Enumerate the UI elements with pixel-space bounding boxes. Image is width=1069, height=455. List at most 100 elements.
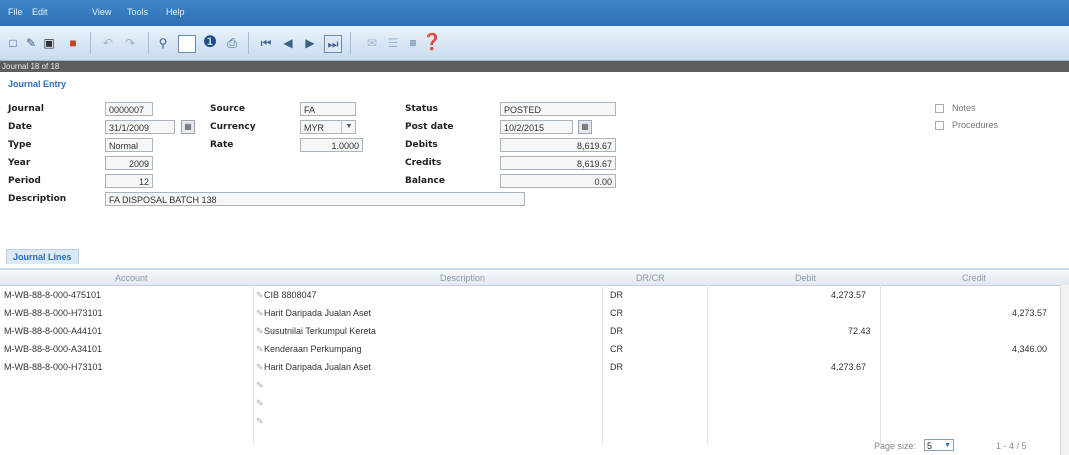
column-header-credit[interactable]: Credit xyxy=(962,273,986,283)
grid-header: Account Description DR/CR Debit Credit xyxy=(0,271,1069,286)
cell-drcr: DR xyxy=(610,326,623,336)
row-edit-icon[interactable]: ✎ xyxy=(256,380,264,391)
cell-description: Harit Daripada Jualan Aset xyxy=(264,308,372,318)
cell-account: M-WB-88-8-000-A44101 xyxy=(4,326,103,336)
notes-checkbox[interactable] xyxy=(935,104,944,113)
undo-icon[interactable]: ↶ xyxy=(100,35,116,51)
journal-field[interactable]: 0000007 xyxy=(105,102,153,116)
menu-tools[interactable]: Tools xyxy=(127,7,148,17)
edit-icon[interactable]: ✎ xyxy=(23,35,39,51)
table-row[interactable]: M-WB-88-8-000-H73101 ✎ Harit Daripada Ju… xyxy=(0,360,1060,375)
cell-drcr: DR xyxy=(610,290,623,300)
column-header-debit[interactable]: Debit xyxy=(795,273,816,283)
info-icon[interactable]: ❶ xyxy=(202,35,218,51)
cell-account: M-WB-88-8-000-H73101 xyxy=(4,308,103,318)
status-label: Status xyxy=(405,104,438,114)
page-size-select[interactable]: 5 ▼ xyxy=(924,439,954,451)
cell-description: Susutnilai Terkumpul Kereta xyxy=(264,326,376,336)
cell-description: Kenderaan Perkumpang xyxy=(264,344,362,354)
table-row[interactable]: M-WB-88-8-000-A44101 ✎ Susutnilai Terkum… xyxy=(0,324,1060,339)
delete-icon[interactable]: ■ xyxy=(65,35,81,51)
view-icon[interactable] xyxy=(178,35,196,53)
notes-label: Notes xyxy=(952,103,976,113)
cell-credit: 4,346.00 xyxy=(1012,344,1048,354)
row-edit-icon[interactable]: ✎ xyxy=(256,416,264,427)
table-row-empty[interactable]: ✎ xyxy=(0,396,1060,411)
cell-account: M-WB-88-8-000-H73101 xyxy=(4,362,103,372)
menu-edit[interactable]: Edit xyxy=(32,7,48,17)
redo-icon[interactable]: ↷ xyxy=(122,35,138,51)
print-icon[interactable]: ⎙ xyxy=(224,35,240,51)
period-label: Period xyxy=(8,176,41,186)
last-record-icon[interactable]: ⏭ xyxy=(324,35,342,53)
table-row[interactable]: M-WB-88-8-000-A34101 ✎ Kenderaan Perkump… xyxy=(0,342,1060,357)
page-size-label: Page size: xyxy=(874,441,917,451)
menu-help[interactable]: Help xyxy=(166,7,185,17)
debits-label: Debits xyxy=(405,140,438,150)
period-field[interactable]: 12 xyxy=(105,174,153,188)
row-edit-icon[interactable]: ✎ xyxy=(256,308,264,319)
grid-scrollbar[interactable] xyxy=(1060,285,1069,455)
row-edit-icon[interactable]: ✎ xyxy=(256,362,264,373)
balance-label: Balance xyxy=(405,176,445,186)
save-icon[interactable]: ▣ xyxy=(41,35,57,51)
year-label: Year xyxy=(8,158,31,168)
first-record-icon[interactable]: ⏮ xyxy=(258,35,274,51)
previous-record-icon[interactable]: ◀ xyxy=(280,35,296,51)
row-edit-icon[interactable]: ✎ xyxy=(256,344,264,355)
credits-field: 8,619.67 xyxy=(500,156,616,170)
column-header-account[interactable]: Account xyxy=(115,273,148,283)
cell-description: CIB 8808047 xyxy=(264,290,317,300)
cell-description: Harit Daripada Jualan Aset xyxy=(264,362,372,372)
source-field[interactable]: FA xyxy=(300,102,356,116)
record-status-bar: Journal 18 of 18 xyxy=(0,61,1069,72)
table-row-empty[interactable]: ✎ xyxy=(0,378,1060,393)
currency-label: Currency xyxy=(210,122,256,132)
post-date-field[interactable]: 10/2/2015 xyxy=(500,120,573,134)
cell-credit: 4,273.57 xyxy=(1012,308,1048,318)
cell-debit: 72.43 xyxy=(848,326,871,336)
chevron-down-icon[interactable]: ▼ xyxy=(944,440,951,452)
filter-icon[interactable]: ≡ xyxy=(405,35,421,51)
calendar-icon[interactable]: ▦ xyxy=(181,120,195,134)
attach-icon[interactable]: ✉ xyxy=(364,35,380,51)
cell-drcr: CR xyxy=(610,308,623,318)
new-icon[interactable]: □ xyxy=(5,35,21,51)
cell-debit: 4,273.57 xyxy=(831,290,867,300)
menu-view[interactable]: View xyxy=(92,7,111,17)
credits-label: Credits xyxy=(405,158,442,168)
row-edit-icon[interactable]: ✎ xyxy=(256,326,264,337)
row-edit-icon[interactable]: ✎ xyxy=(256,290,264,301)
description-label: Description xyxy=(8,194,67,204)
page-size-value: 5 xyxy=(927,441,933,451)
year-field[interactable]: 2009 xyxy=(105,156,153,170)
menu-file[interactable]: File xyxy=(8,7,23,17)
column-header-drcr[interactable]: DR/CR xyxy=(636,273,665,283)
chevron-down-icon[interactable]: ▼ xyxy=(341,121,356,133)
rate-field[interactable]: 1.0000 xyxy=(300,138,363,152)
date-field[interactable]: 31/1/2009 xyxy=(105,120,175,134)
procedures-label: Procedures xyxy=(952,120,999,130)
list-icon[interactable]: ☰ xyxy=(385,35,401,51)
procedures-checkbox[interactable] xyxy=(935,121,944,130)
table-row[interactable]: M-WB-88-8-000-475101 ✎ CIB 8808047 DR 4,… xyxy=(0,288,1060,303)
status-field: POSTED xyxy=(500,102,616,116)
table-row[interactable]: M-WB-88-8-000-H73101 ✎ Harit Daripada Ju… xyxy=(0,306,1060,321)
row-edit-icon[interactable]: ✎ xyxy=(256,398,264,409)
table-row-empty[interactable]: ✎ xyxy=(0,414,1060,429)
cell-drcr: CR xyxy=(610,344,623,354)
cell-account: M-WB-88-8-000-475101 xyxy=(4,290,102,300)
post-date-label: Post date xyxy=(405,122,454,132)
search-icon[interactable]: ⚲ xyxy=(155,35,171,51)
type-field[interactable]: Normal xyxy=(105,138,153,152)
next-record-icon[interactable]: ▶ xyxy=(302,35,318,51)
balance-field: 0.00 xyxy=(500,174,616,188)
cell-debit: 4,273.67 xyxy=(831,362,867,372)
help-icon[interactable]: ❓ xyxy=(422,35,442,51)
tab-journal-lines[interactable]: Journal Lines xyxy=(6,249,79,264)
calendar-icon[interactable]: ▦ xyxy=(578,120,592,134)
description-field[interactable]: FA DISPOSAL BATCH 138 xyxy=(105,192,525,206)
column-header-description[interactable]: Description xyxy=(440,273,485,283)
cell-account: M-WB-88-8-000-A34101 xyxy=(4,344,103,354)
date-label: Date xyxy=(8,122,32,132)
